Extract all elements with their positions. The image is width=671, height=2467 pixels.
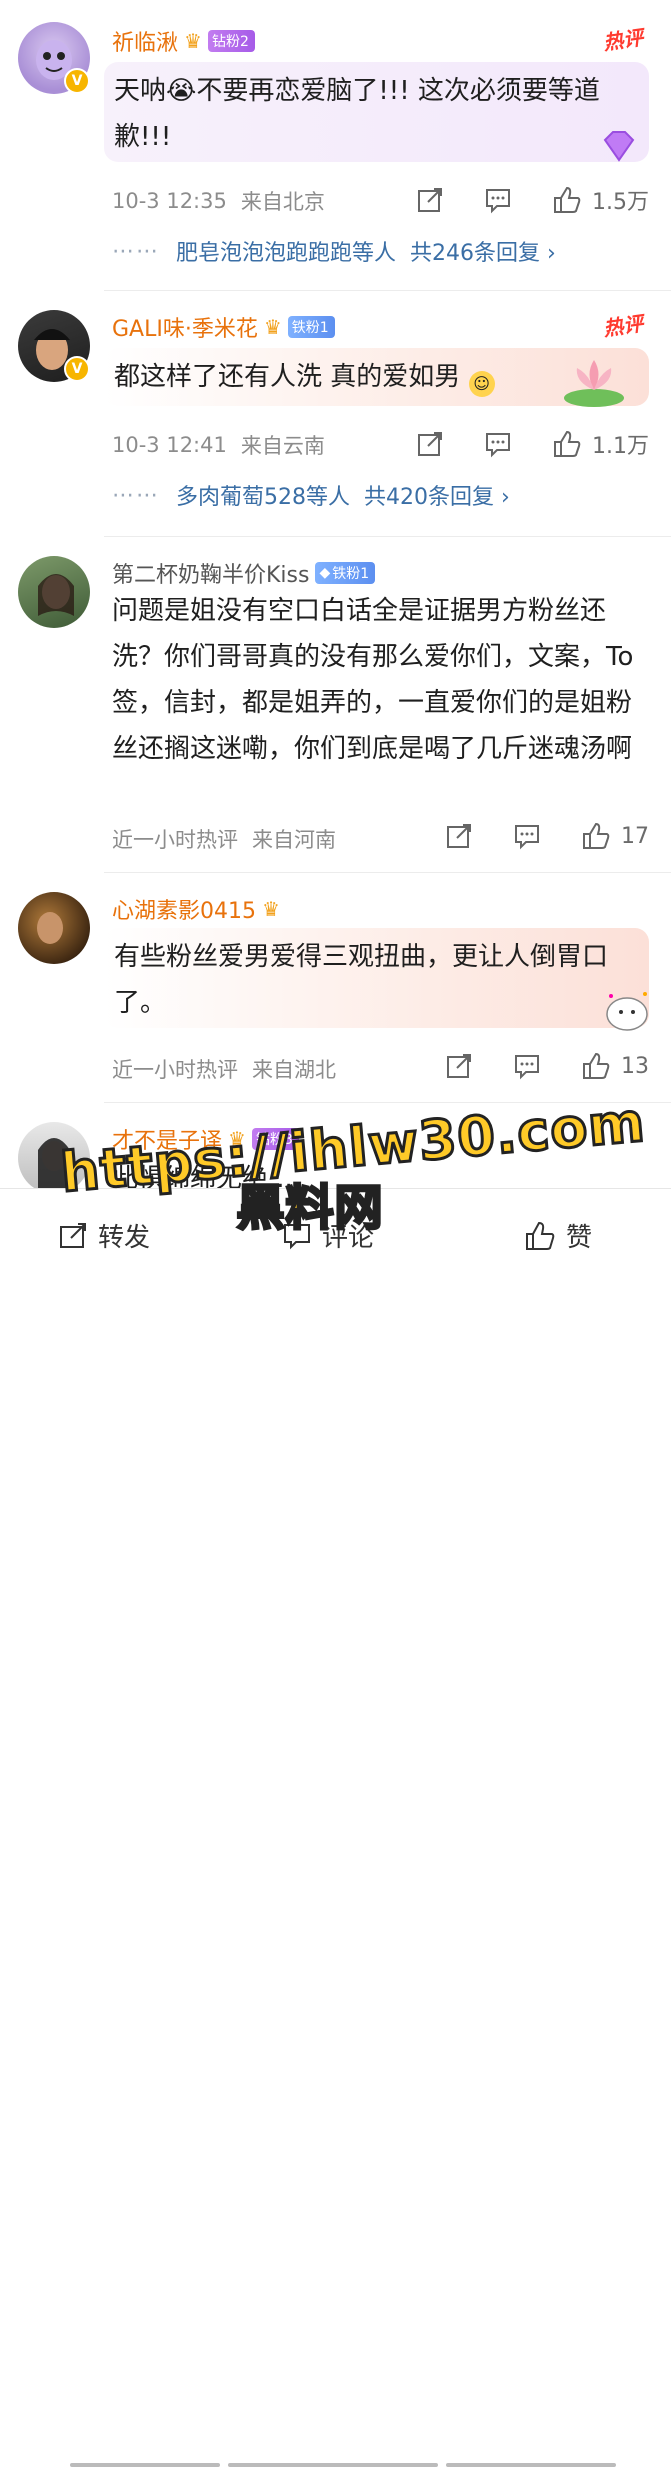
share-icon [418, 432, 442, 456]
comment-location: 来自北京 [240, 190, 325, 214]
comment-icon [486, 189, 510, 214]
avatar-image-icon [38, 574, 74, 616]
comment-time: 10-3 12:41 [112, 433, 227, 457]
watermark: https://ihlw30.com 黑料网 [57, 1089, 650, 1238]
reply-users[interactable]: 多肉葡萄528等人 [176, 479, 350, 511]
comment-location: 来自河南 [252, 828, 336, 852]
share-button[interactable] [445, 822, 473, 850]
verified-icon: V [64, 356, 90, 382]
thumbs-up-icon [583, 822, 610, 849]
like-button[interactable]: 13 [581, 1052, 649, 1080]
divider [104, 536, 671, 537]
fan-badge[interactable]: ◆ 铁粉1 [315, 562, 376, 584]
like-button[interactable]: 1.5万 [552, 184, 649, 216]
like-button[interactable]: 17 [581, 822, 649, 850]
home-indicator [70, 2463, 220, 2467]
comment-icon [486, 433, 510, 458]
comment-location: 来自云南 [240, 434, 325, 458]
comment-location: 来自湖北 [252, 1058, 336, 1082]
reply-button[interactable] [513, 1052, 541, 1080]
share-icon [418, 188, 442, 212]
reply-button[interactable] [484, 186, 512, 214]
avatar[interactable]: V [18, 22, 90, 94]
crown-icon: ♛ [263, 315, 282, 339]
divider [104, 290, 671, 291]
share-button[interactable] [416, 430, 444, 458]
like-button[interactable]: 1.1万 [552, 428, 649, 460]
thumbs-up-icon [583, 1052, 610, 1079]
username[interactable]: 祈临湫 [112, 25, 178, 57]
comment-text: 有些粉丝爱男爱得三观扭曲，更让人倒胃口了。 [104, 928, 649, 1031]
comment-time: 10-3 12:35 [112, 189, 227, 213]
fan-badge[interactable]: 铁粉1 [287, 316, 335, 338]
avatar[interactable] [18, 892, 90, 964]
thumbs-up-icon [554, 186, 581, 213]
sticker-icon [606, 992, 648, 1031]
avatar-image-icon [37, 912, 63, 944]
reply-users[interactable]: 肥皂泡泡泡跑跑跑等人 [176, 235, 396, 267]
avatar[interactable]: V [18, 310, 90, 382]
share-button[interactable] [445, 1052, 473, 1080]
verified-icon: V [64, 68, 90, 94]
comment-text: 都这样了还有人洗 真的爱如男 ☺ [104, 348, 649, 407]
comment-icon [515, 825, 539, 850]
avatar[interactable] [18, 556, 90, 628]
diamond-icon [603, 131, 635, 162]
reply-button[interactable] [484, 430, 512, 458]
crown-icon: ♛ [262, 897, 280, 921]
replies-dots: ⋯⋯ [112, 482, 160, 508]
reply-count-link[interactable]: 共246条回复 › [410, 235, 556, 267]
share-button[interactable] [416, 186, 444, 214]
home-indicator [228, 2463, 438, 2467]
reply-button[interactable] [513, 822, 541, 850]
divider [104, 872, 671, 873]
comment-time: 近一小时热评 [112, 1058, 238, 1082]
reply-count-link[interactable]: 共420条回复 › [364, 479, 510, 511]
lotus-icon [564, 360, 624, 407]
comment-time: 近一小时热评 [112, 828, 238, 852]
home-indicator [446, 2463, 616, 2467]
username[interactable]: GALI味·季米花 [112, 311, 258, 343]
comment-text: 天呐😭不要再恋爱脑了!!! 这次必须要等道歉!!! [104, 62, 649, 162]
hot-comment-label: 热评 [601, 25, 645, 55]
share-icon [447, 1054, 471, 1078]
crown-icon: ♛ [184, 29, 202, 53]
fan-badge[interactable]: 钻粉2 [207, 30, 255, 52]
comment-icon [515, 1055, 539, 1080]
smile-emoji-icon: ☺ [468, 371, 495, 397]
thumbs-up-icon [554, 430, 581, 457]
username[interactable]: 心湖素影0415 [112, 893, 256, 925]
username[interactable]: 第二杯奶鞠半价Kiss [112, 557, 309, 589]
replies-dots: ⋯⋯ [112, 238, 160, 264]
hot-comment-label: 热评 [601, 311, 645, 341]
comment-text: 问题是姐没有空口白话全是证据男方粉丝还洗？你们哥哥真的没有那么爱你们，文案，To… [112, 596, 634, 764]
share-icon [447, 824, 471, 848]
